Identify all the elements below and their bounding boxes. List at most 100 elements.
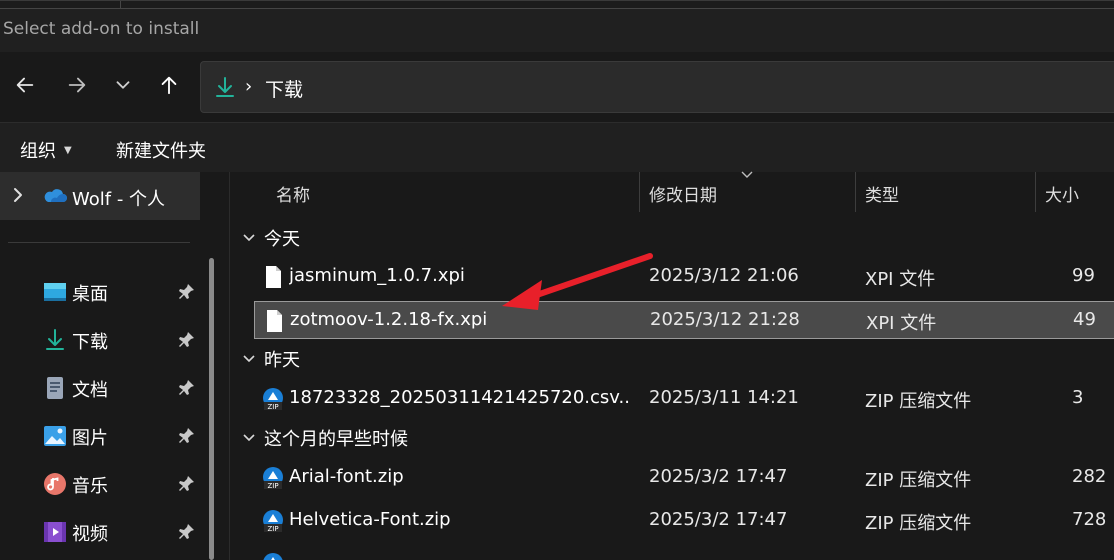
pin-icon[interactable] (176, 282, 196, 302)
file-type: ZIP 压缩文件 (865, 513, 972, 534)
tab-separator (120, 1, 121, 9)
recent-locations-button[interactable] (106, 68, 140, 102)
file-row[interactable]: jasminum_1.0.7.xpi 2025/3/12 21:06 XPI 文… (254, 258, 1114, 296)
sidebar-item-onedrive[interactable]: Wolf - 个人 (0, 172, 200, 220)
sidebar-item-downloads[interactable]: 下载 (0, 319, 200, 363)
arrow-left-icon (16, 77, 34, 93)
group-header-earlier-this-month[interactable]: 这个月的早些时候 (242, 423, 408, 453)
file-row[interactable]: ZIP Arial-font.zip 2025/3/2 17:47 ZIP 压缩… (254, 459, 1114, 497)
sidebar-scrollbar[interactable] (209, 258, 214, 560)
file-name: 18723328_20250311421425720.csv... (289, 387, 629, 408)
file-icon (267, 310, 282, 332)
annotation-arrow-icon (502, 253, 653, 310)
file-size: 99 (1072, 265, 1095, 286)
file-date: 2025/3/2 17:47 (649, 466, 788, 487)
file-date: 2025/3/2 17:47 (649, 509, 788, 530)
navigation-pane: Wolf - 个人 桌面 下载 文档 图片 音乐 视频 (0, 172, 230, 560)
chevron-down-icon (116, 81, 130, 89)
sidebar-item-documents[interactable]: 文档 (0, 367, 200, 411)
group-label: 今天 (264, 229, 300, 250)
videos-icon (44, 522, 66, 542)
sidebar-item-label: 图片 (72, 428, 108, 449)
column-separator[interactable] (1035, 172, 1036, 212)
column-header-type[interactable]: 类型 (865, 181, 899, 206)
documents-icon (47, 377, 63, 399)
desktop-icon (44, 283, 66, 301)
sidebar-item-label: 文档 (72, 380, 108, 401)
sidebar-item-music[interactable]: 音乐 (0, 463, 200, 507)
organize-button[interactable]: 组织 ▼ (20, 137, 72, 163)
file-name: Helvetica-Font.zip (289, 509, 451, 530)
svg-text:ZIP: ZIP (267, 525, 278, 533)
sidebar-item-label: 桌面 (72, 284, 108, 305)
zip-icon: ZIP (263, 467, 283, 490)
pin-icon[interactable] (176, 474, 196, 494)
zip-icon: ZIP (263, 388, 283, 411)
sidebar-item-desktop[interactable]: 桌面 (0, 271, 200, 315)
file-size: 3 (1072, 387, 1084, 408)
chevron-down-icon (243, 234, 255, 242)
zip-icon (263, 553, 283, 560)
organize-label: 组织 (20, 141, 56, 162)
onedrive-cloud-icon (44, 189, 67, 202)
file-size: 282 (1072, 466, 1107, 487)
forward-button[interactable] (60, 68, 94, 102)
pin-icon[interactable] (176, 330, 196, 350)
file-row[interactable]: ZIP Helvetica-Font.zip 2025/3/2 17:47 ZI… (254, 502, 1114, 540)
sidebar-item-label: 下载 (72, 332, 108, 353)
file-list: 名称 修改日期 类型 大小 今天 jasminum_1.0.7.xpi 2025… (230, 171, 1114, 560)
file-row-selected[interactable]: zotmoov-1.2.18-fx.xpi 2025/3/12 21:28 XP… (254, 301, 1114, 339)
music-icon (44, 473, 66, 495)
arrow-up-icon (161, 76, 177, 95)
file-size: 49 (1073, 309, 1096, 330)
download-icon (46, 329, 64, 350)
command-bar: 组织 ▼ 新建文件夹 (0, 122, 1114, 172)
svg-text:ZIP: ZIP (267, 482, 278, 490)
sort-caret-icon (741, 171, 753, 178)
sidebar-item-videos[interactable]: 视频 (0, 511, 200, 555)
arrow-right-icon (68, 77, 86, 93)
sidebar-item-label: Wolf - 个人 (72, 189, 166, 210)
column-header-modified[interactable]: 修改日期 (649, 181, 717, 206)
sidebar-item-label: 视频 (72, 524, 108, 545)
column-header-row: 名称 修改日期 类型 大小 (230, 171, 1114, 214)
file-size: 728 (1072, 509, 1107, 530)
sidebar-item-pictures[interactable]: 图片 (0, 415, 200, 459)
chevron-right-icon[interactable] (10, 186, 26, 204)
file-date: 2025/3/12 21:28 (650, 309, 800, 330)
sidebar-item-label: 音乐 (72, 476, 108, 497)
file-row[interactable]: ZIP 18723328_20250311421425720.csv... 20… (254, 380, 1114, 418)
group-label: 这个月的早些时候 (264, 429, 408, 450)
group-header-today[interactable]: 今天 (242, 223, 300, 253)
pictures-icon (44, 426, 66, 446)
window-title: Select add-on to install (3, 19, 200, 39)
column-separator[interactable] (855, 172, 856, 212)
address-bar[interactable]: › 下载 (200, 61, 1114, 113)
up-button[interactable] (152, 68, 186, 102)
chevron-down-icon (243, 434, 255, 442)
file-icon (266, 266, 281, 288)
tab-strip (0, 1, 1114, 9)
pin-icon[interactable] (176, 522, 196, 542)
breadcrumb-downloads[interactable]: 下载 (265, 75, 303, 102)
column-header-size[interactable]: 大小 (1045, 181, 1079, 206)
column-header-name[interactable]: 名称 (276, 181, 310, 206)
file-row-partial[interactable] (254, 545, 1114, 560)
navigation-bar: › 下载 (0, 52, 1114, 122)
chevron-down-icon (243, 355, 255, 363)
file-type: ZIP 压缩文件 (865, 470, 972, 491)
title-bar: Select add-on to install (0, 0, 1114, 52)
sidebar-divider (8, 242, 190, 243)
download-icon (216, 77, 234, 97)
group-header-yesterday[interactable]: 昨天 (242, 344, 300, 374)
pin-icon[interactable] (176, 426, 196, 446)
svg-text:ZIP: ZIP (267, 403, 278, 411)
file-name: Arial-font.zip (289, 466, 404, 487)
column-separator[interactable] (639, 172, 640, 212)
pin-icon[interactable] (176, 378, 196, 398)
breadcrumb-separator[interactable]: › (245, 76, 252, 97)
back-button[interactable] (8, 68, 42, 102)
file-date: 2025/3/11 14:21 (649, 387, 799, 408)
new-folder-button[interactable]: 新建文件夹 (116, 137, 206, 163)
file-type: ZIP 压缩文件 (865, 391, 972, 412)
